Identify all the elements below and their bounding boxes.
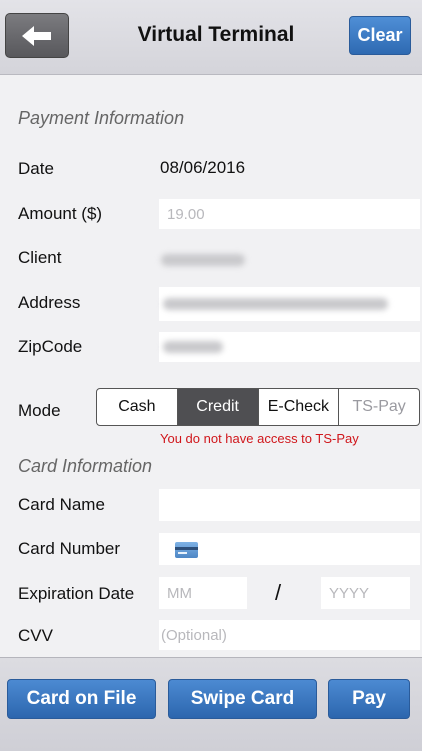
address-label: Address [18,293,81,312]
card-name-field[interactable] [159,489,420,521]
date-value: 08/06/2016 [160,158,246,177]
zipcode-label: ZipCode [18,337,83,356]
arrow-left-icon [22,25,51,46]
payment-mode-selector: Cash Credit E-Check TS-Pay [96,388,420,426]
card-section-title: Card Information [18,456,153,476]
mode-tspay[interactable]: TS-Pay [339,389,419,425]
date-label: Date [18,159,54,178]
cvv-field[interactable] [159,620,420,650]
card-number-label: Card Number [18,539,121,558]
mode-cash[interactable]: Cash [97,389,178,425]
card-on-file-button[interactable]: Card on File [7,679,156,719]
zipcode-field[interactable] [159,332,420,362]
payment-section-title: Payment Information [18,108,185,128]
mode-error-message: You do not have access to TS-Pay [160,431,359,446]
zipcode-redacted [163,341,223,353]
expiration-separator: / [275,580,282,605]
payment-form: Payment Information Date 08/06/2016 Amou… [0,75,422,657]
amount-label: Amount ($) [18,204,103,223]
cvv-label: CVV [18,626,53,645]
mode-label: Mode [18,401,61,420]
expiration-label: Expiration Date [18,584,135,603]
expiration-year-field[interactable] [321,577,410,609]
action-bar: Card on File Swipe Card Pay [0,657,422,751]
client-redacted [161,254,245,266]
credit-card-icon [175,542,198,558]
back-button[interactable] [5,13,69,58]
expiration-month-field[interactable] [159,577,247,609]
swipe-card-button[interactable]: Swipe Card [168,679,317,719]
mode-credit[interactable]: Credit [177,389,259,425]
clear-button[interactable]: Clear [349,16,411,55]
card-name-label: Card Name [18,495,105,514]
page-title: Virtual Terminal [137,23,295,46]
card-number-field[interactable] [159,533,420,565]
mode-echeck[interactable]: E-Check [259,389,340,425]
address-redacted [163,298,388,310]
amount-field[interactable] [159,199,420,229]
client-label: Client [18,248,62,267]
navigation-bar: Virtual Terminal Clear [0,0,422,75]
client-field[interactable] [159,244,420,276]
pay-button[interactable]: Pay [328,679,410,719]
address-field[interactable] [159,287,420,321]
